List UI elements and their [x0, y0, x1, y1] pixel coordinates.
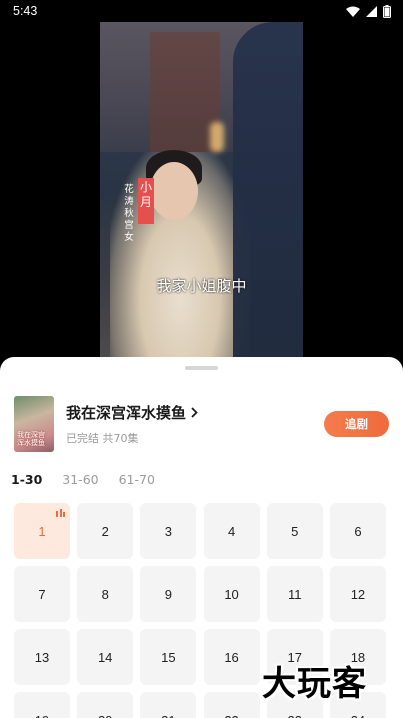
episode-button-21[interactable]: 21 — [140, 692, 197, 718]
series-title: 我在深宫浑水摸鱼 — [66, 404, 187, 422]
episode-number: 5 — [291, 523, 299, 539]
character-name-tag: 小月 — [138, 178, 154, 224]
episode-button-8[interactable]: 8 — [77, 566, 134, 622]
series-cover-title: 我在深宫浑水摸鱼 — [17, 431, 45, 447]
video-scene-face — [150, 162, 198, 220]
sheet-drag-handle[interactable] — [185, 366, 218, 370]
episode-number: 6 — [354, 523, 362, 539]
episode-number: 13 — [34, 649, 50, 665]
battery-icon — [383, 5, 391, 18]
episode-button-2[interactable]: 2 — [77, 503, 134, 559]
episode-number: 11 — [288, 586, 302, 602]
now-playing-icon — [56, 509, 65, 517]
episode-number: 3 — [164, 523, 172, 539]
watermark: 大玩客 — [262, 664, 367, 704]
episode-button-15[interactable]: 15 — [140, 629, 197, 685]
episode-button-1[interactable]: 1 — [14, 503, 70, 559]
episode-button-20[interactable]: 20 — [77, 692, 134, 718]
episode-number: 1 — [38, 523, 46, 539]
episode-number: 14 — [97, 649, 113, 665]
series-title-link[interactable]: 我在深宫浑水摸鱼 — [66, 402, 198, 423]
episode-button-4[interactable]: 4 — [203, 503, 260, 559]
episode-button-3[interactable]: 3 — [140, 503, 197, 559]
episode-button-16[interactable]: 16 — [203, 629, 260, 685]
episode-number: 7 — [38, 586, 46, 602]
episode-button-12[interactable]: 12 — [329, 566, 386, 622]
character-role-tag: 花涛秋宫女 — [124, 184, 134, 243]
episode-button-22[interactable]: 22 — [203, 692, 260, 718]
episode-range-tabs: 1-30 31-60 61-70 — [11, 472, 175, 487]
episode-number: 8 — [101, 586, 109, 602]
episode-number: 23 — [288, 713, 302, 718]
episode-number: 19 — [35, 713, 49, 718]
episode-button-5[interactable]: 5 — [266, 503, 323, 559]
episode-button-6[interactable]: 6 — [329, 503, 386, 559]
episode-button-11[interactable]: 11 — [266, 566, 323, 622]
episode-button-7[interactable]: 7 — [14, 566, 70, 622]
video-subtitle: 我家小姐腹中 — [156, 277, 247, 295]
episode-button-9[interactable]: 9 — [140, 566, 197, 622]
episode-number: 4 — [227, 523, 236, 539]
status-time: 5:43 — [13, 4, 38, 18]
range-tab-1-30[interactable]: 1-30 — [11, 472, 42, 487]
episode-button-13[interactable]: 13 — [14, 629, 70, 685]
episode-number: 20 — [98, 713, 112, 718]
episode-number: 21 — [161, 713, 175, 718]
episode-button-14[interactable]: 14 — [77, 629, 134, 685]
episode-number: 16 — [224, 649, 239, 665]
episode-number: 12 — [350, 586, 366, 602]
wifi-icon — [346, 6, 360, 17]
episode-number: 24 — [351, 713, 365, 718]
status-bar: 5:43 — [0, 0, 403, 24]
episode-number: 15 — [161, 649, 176, 665]
chevron-right-icon — [191, 407, 198, 418]
signal-icon — [366, 6, 377, 17]
follow-button[interactable]: 追剧 — [324, 411, 389, 437]
episode-number: 10 — [224, 586, 239, 602]
range-tab-61-70[interactable]: 61-70 — [119, 472, 155, 487]
series-cover[interactable]: 我在深宫浑水摸鱼 — [14, 396, 54, 452]
video-scene-cloak — [233, 22, 303, 359]
video-scene-lantern — [210, 122, 224, 152]
episode-button-10[interactable]: 10 — [203, 566, 260, 622]
episode-button-19[interactable]: 19 — [14, 692, 70, 718]
episode-number: 2 — [101, 523, 109, 539]
status-icons — [346, 5, 391, 18]
range-tab-31-60[interactable]: 31-60 — [62, 472, 98, 487]
episode-number: 22 — [224, 713, 238, 718]
episode-number: 9 — [164, 586, 172, 602]
series-meta: 已完结 共70集 — [66, 432, 139, 445]
